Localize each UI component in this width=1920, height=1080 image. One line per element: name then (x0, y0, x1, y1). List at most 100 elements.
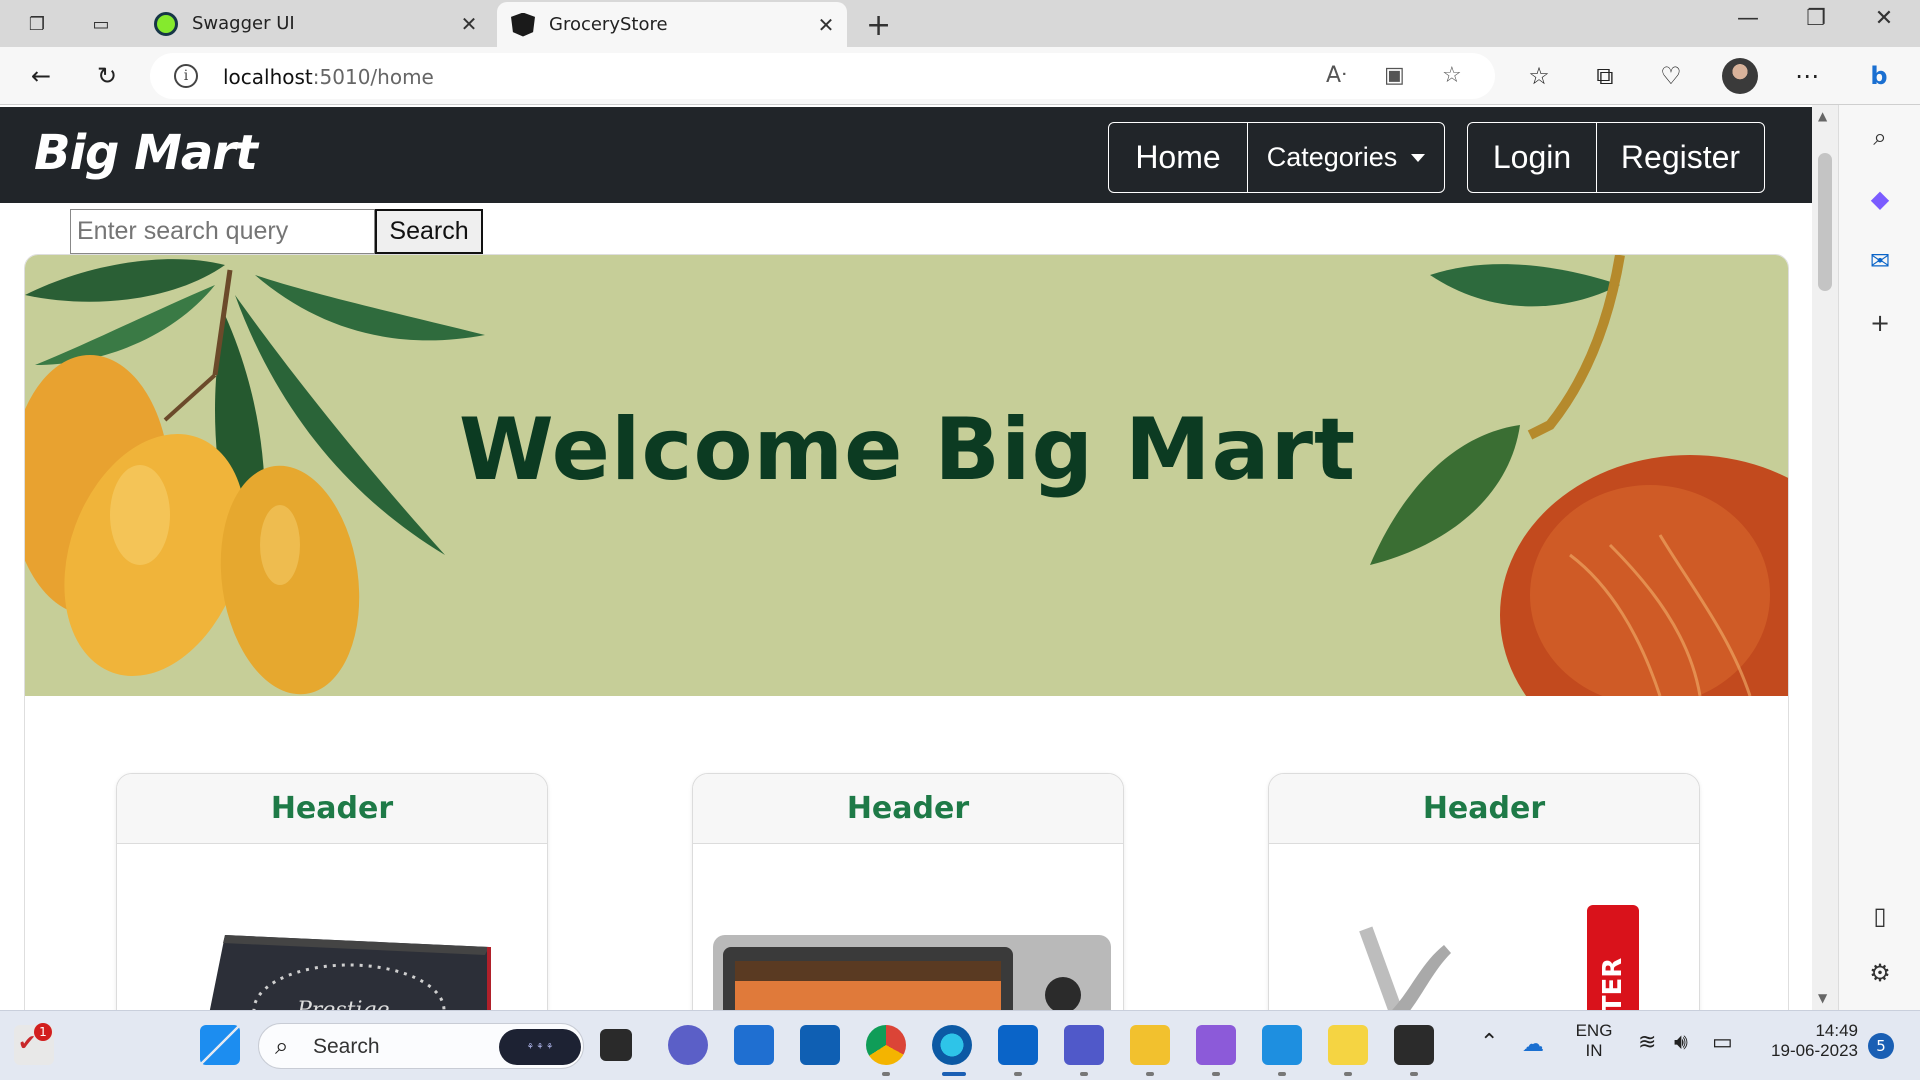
azure-data-studio-icon[interactable] (800, 1025, 840, 1065)
url-text[interactable]: localhost:5010/home (223, 65, 434, 89)
search-button[interactable]: Search (375, 209, 483, 254)
scrollbar-thumb[interactable] (1818, 153, 1832, 291)
snipping-tool-icon[interactable] (1328, 1025, 1368, 1065)
favorites-icon[interactable]: ☆ (1522, 59, 1556, 93)
task-view-icon[interactable] (600, 1029, 632, 1061)
add-sidebar-app-icon[interactable]: + (1864, 307, 1896, 339)
browser-toolbar: ← ↻ i localhost:5010/home Aᐧ ▣ ☆ ☆ ⧉ ♡ ⋯… (0, 47, 1920, 105)
nav-login-button[interactable]: Login (1468, 123, 1596, 192)
url-path: :5010/home (312, 65, 434, 89)
widgets-icon[interactable]: ✔ 1 (14, 1023, 54, 1065)
tab-swagger-ui[interactable]: Swagger UI ✕ (140, 0, 490, 47)
widgets-badge: 1 (34, 1023, 52, 1041)
teams-chat-icon[interactable] (668, 1025, 708, 1065)
page-scrollbar[interactable]: ▲ ▼ (1812, 105, 1838, 1010)
browser-essentials-icon[interactable]: ♡ (1654, 59, 1688, 93)
edge-sidebar: ⌕ ◆ ✉ + ▯ ⚙ (1838, 105, 1920, 1010)
running-indicator (1014, 1072, 1022, 1076)
chrome-icon[interactable] (866, 1025, 906, 1065)
running-indicator (1080, 1072, 1088, 1076)
copilot-icon[interactable]: ◆ (1864, 183, 1896, 215)
svg-text:Prestige: Prestige (296, 998, 390, 1010)
main-nav-group: Home Categories (1108, 122, 1445, 193)
visual-studio-icon[interactable] (1196, 1025, 1236, 1065)
bing-copilot-icon[interactable]: b (1862, 59, 1896, 93)
windows-taskbar: ✔ 1 ⌕ Search ⚘ ⚘ ⚘ ⌃ ☁ ENG IN ≋ 🔊︎ ▭ 14:… (0, 1010, 1920, 1080)
battery-icon[interactable]: ▭ (1712, 1029, 1733, 1055)
nav-home-button[interactable]: Home (1109, 123, 1247, 192)
induction-cooktop-image: Prestige (209, 935, 491, 1010)
immersive-reader-icon[interactable]: ▣ (1384, 63, 1405, 88)
favorite-star-icon[interactable]: ☆ (1442, 63, 1462, 88)
profile-avatar[interactable] (1722, 58, 1758, 94)
url-host: localhost (223, 65, 313, 89)
caret-down-icon (1411, 153, 1426, 162)
nav-categories-dropdown[interactable]: Categories (1247, 123, 1444, 192)
start-windows-icon[interactable] (200, 1025, 240, 1065)
search-icon[interactable]: ⌕ (1864, 121, 1896, 153)
welcome-banner: Welcome Big Mart (25, 255, 1788, 696)
refresh-icon[interactable]: ↻ (90, 59, 124, 93)
microsoft-store-icon[interactable] (734, 1025, 774, 1065)
teams-icon[interactable] (1064, 1025, 1104, 1065)
minimize-icon[interactable]: — (1728, 6, 1768, 31)
outlook-icon[interactable] (998, 1025, 1038, 1065)
back-icon[interactable]: ← (24, 59, 58, 93)
more-menu-icon[interactable]: ⋯ (1790, 59, 1824, 93)
scroll-up-icon[interactable]: ▲ (1818, 109, 1827, 123)
volume-icon[interactable]: 🔊︎ (1674, 1029, 1688, 1055)
close-window-icon[interactable]: ✕ (1864, 6, 1904, 31)
product-card-header: Header (693, 774, 1123, 844)
workspaces-icon[interactable]: ❐ (22, 9, 52, 39)
tab-label: Swagger UI (192, 13, 295, 34)
svg-text:HTER: HTER (1598, 958, 1628, 1010)
language-indicator[interactable]: ENG IN (1568, 1021, 1620, 1061)
search-input[interactable] (70, 209, 375, 254)
brand-logo[interactable]: Big Mart (34, 125, 258, 181)
notification-badge[interactable]: 5 (1868, 1033, 1894, 1059)
clock-time: 14:49 (1815, 1021, 1858, 1040)
file-explorer-icon[interactable] (1130, 1025, 1170, 1065)
hide-sidebar-icon[interactable]: ▯ (1864, 900, 1896, 932)
product-card[interactable]: Header STAINLESS STEEL (692, 773, 1124, 1010)
site-info-icon[interactable]: i (174, 64, 198, 88)
site-navbar: Big Mart Home Categories Login Register (0, 107, 1812, 203)
taskbar-search-box[interactable]: ⌕ Search ⚘ ⚘ ⚘ (258, 1023, 584, 1069)
clock[interactable]: 14:49 19-06-2023 (1756, 1021, 1858, 1061)
oven-toaster-grill-image: STAINLESS STEEL (713, 935, 1111, 1010)
wifi-icon[interactable]: ≋ (1638, 1029, 1656, 1055)
taskbar-search-label: Search (313, 1035, 380, 1058)
close-tab-icon[interactable]: ✕ (454, 12, 484, 36)
outlook-icon[interactable]: ✉ (1864, 245, 1896, 277)
product-card-header: Header (117, 774, 547, 844)
language-code: ENG (1575, 1021, 1613, 1040)
show-hidden-icons-icon[interactable]: ⌃ (1480, 1029, 1498, 1055)
tab-actions-icon[interactable]: ▭ (86, 9, 116, 39)
terminal-icon[interactable] (1394, 1025, 1434, 1065)
active-indicator (942, 1072, 966, 1076)
mixer-blade-image: HTER (1359, 905, 1639, 1010)
collections-icon[interactable]: ⧉ (1588, 59, 1622, 93)
onedrive-icon[interactable]: ☁ (1522, 1031, 1544, 1057)
swagger-favicon-icon (154, 11, 178, 36)
running-indicator (882, 1072, 890, 1076)
tab-grocerystore[interactable]: GroceryStore ✕ (497, 2, 847, 47)
edge-icon[interactable] (932, 1025, 972, 1065)
read-aloud-icon[interactable]: Aᐧ (1326, 63, 1347, 88)
auth-nav-group: Login Register (1467, 122, 1765, 193)
product-card[interactable]: Header HTER (1268, 773, 1700, 1010)
restore-icon[interactable]: ❐ (1796, 6, 1836, 31)
new-tab-icon[interactable]: + (866, 8, 891, 43)
vscode-icon[interactable] (1262, 1025, 1302, 1065)
product-card[interactable]: Header Prestige (116, 773, 548, 1010)
categories-label: Categories (1266, 142, 1398, 172)
close-tab-icon[interactable]: ✕ (811, 13, 841, 37)
running-indicator (1410, 1072, 1418, 1076)
scroll-down-icon[interactable]: ▼ (1818, 991, 1827, 1005)
running-indicator (1212, 1072, 1220, 1076)
clock-date: 19-06-2023 (1771, 1041, 1858, 1060)
nav-register-button[interactable]: Register (1596, 123, 1764, 192)
address-bar[interactable]: i localhost:5010/home Aᐧ ▣ ☆ (150, 53, 1495, 99)
tab-label: GroceryStore (549, 14, 668, 35)
settings-gear-icon[interactable]: ⚙ (1864, 957, 1896, 989)
